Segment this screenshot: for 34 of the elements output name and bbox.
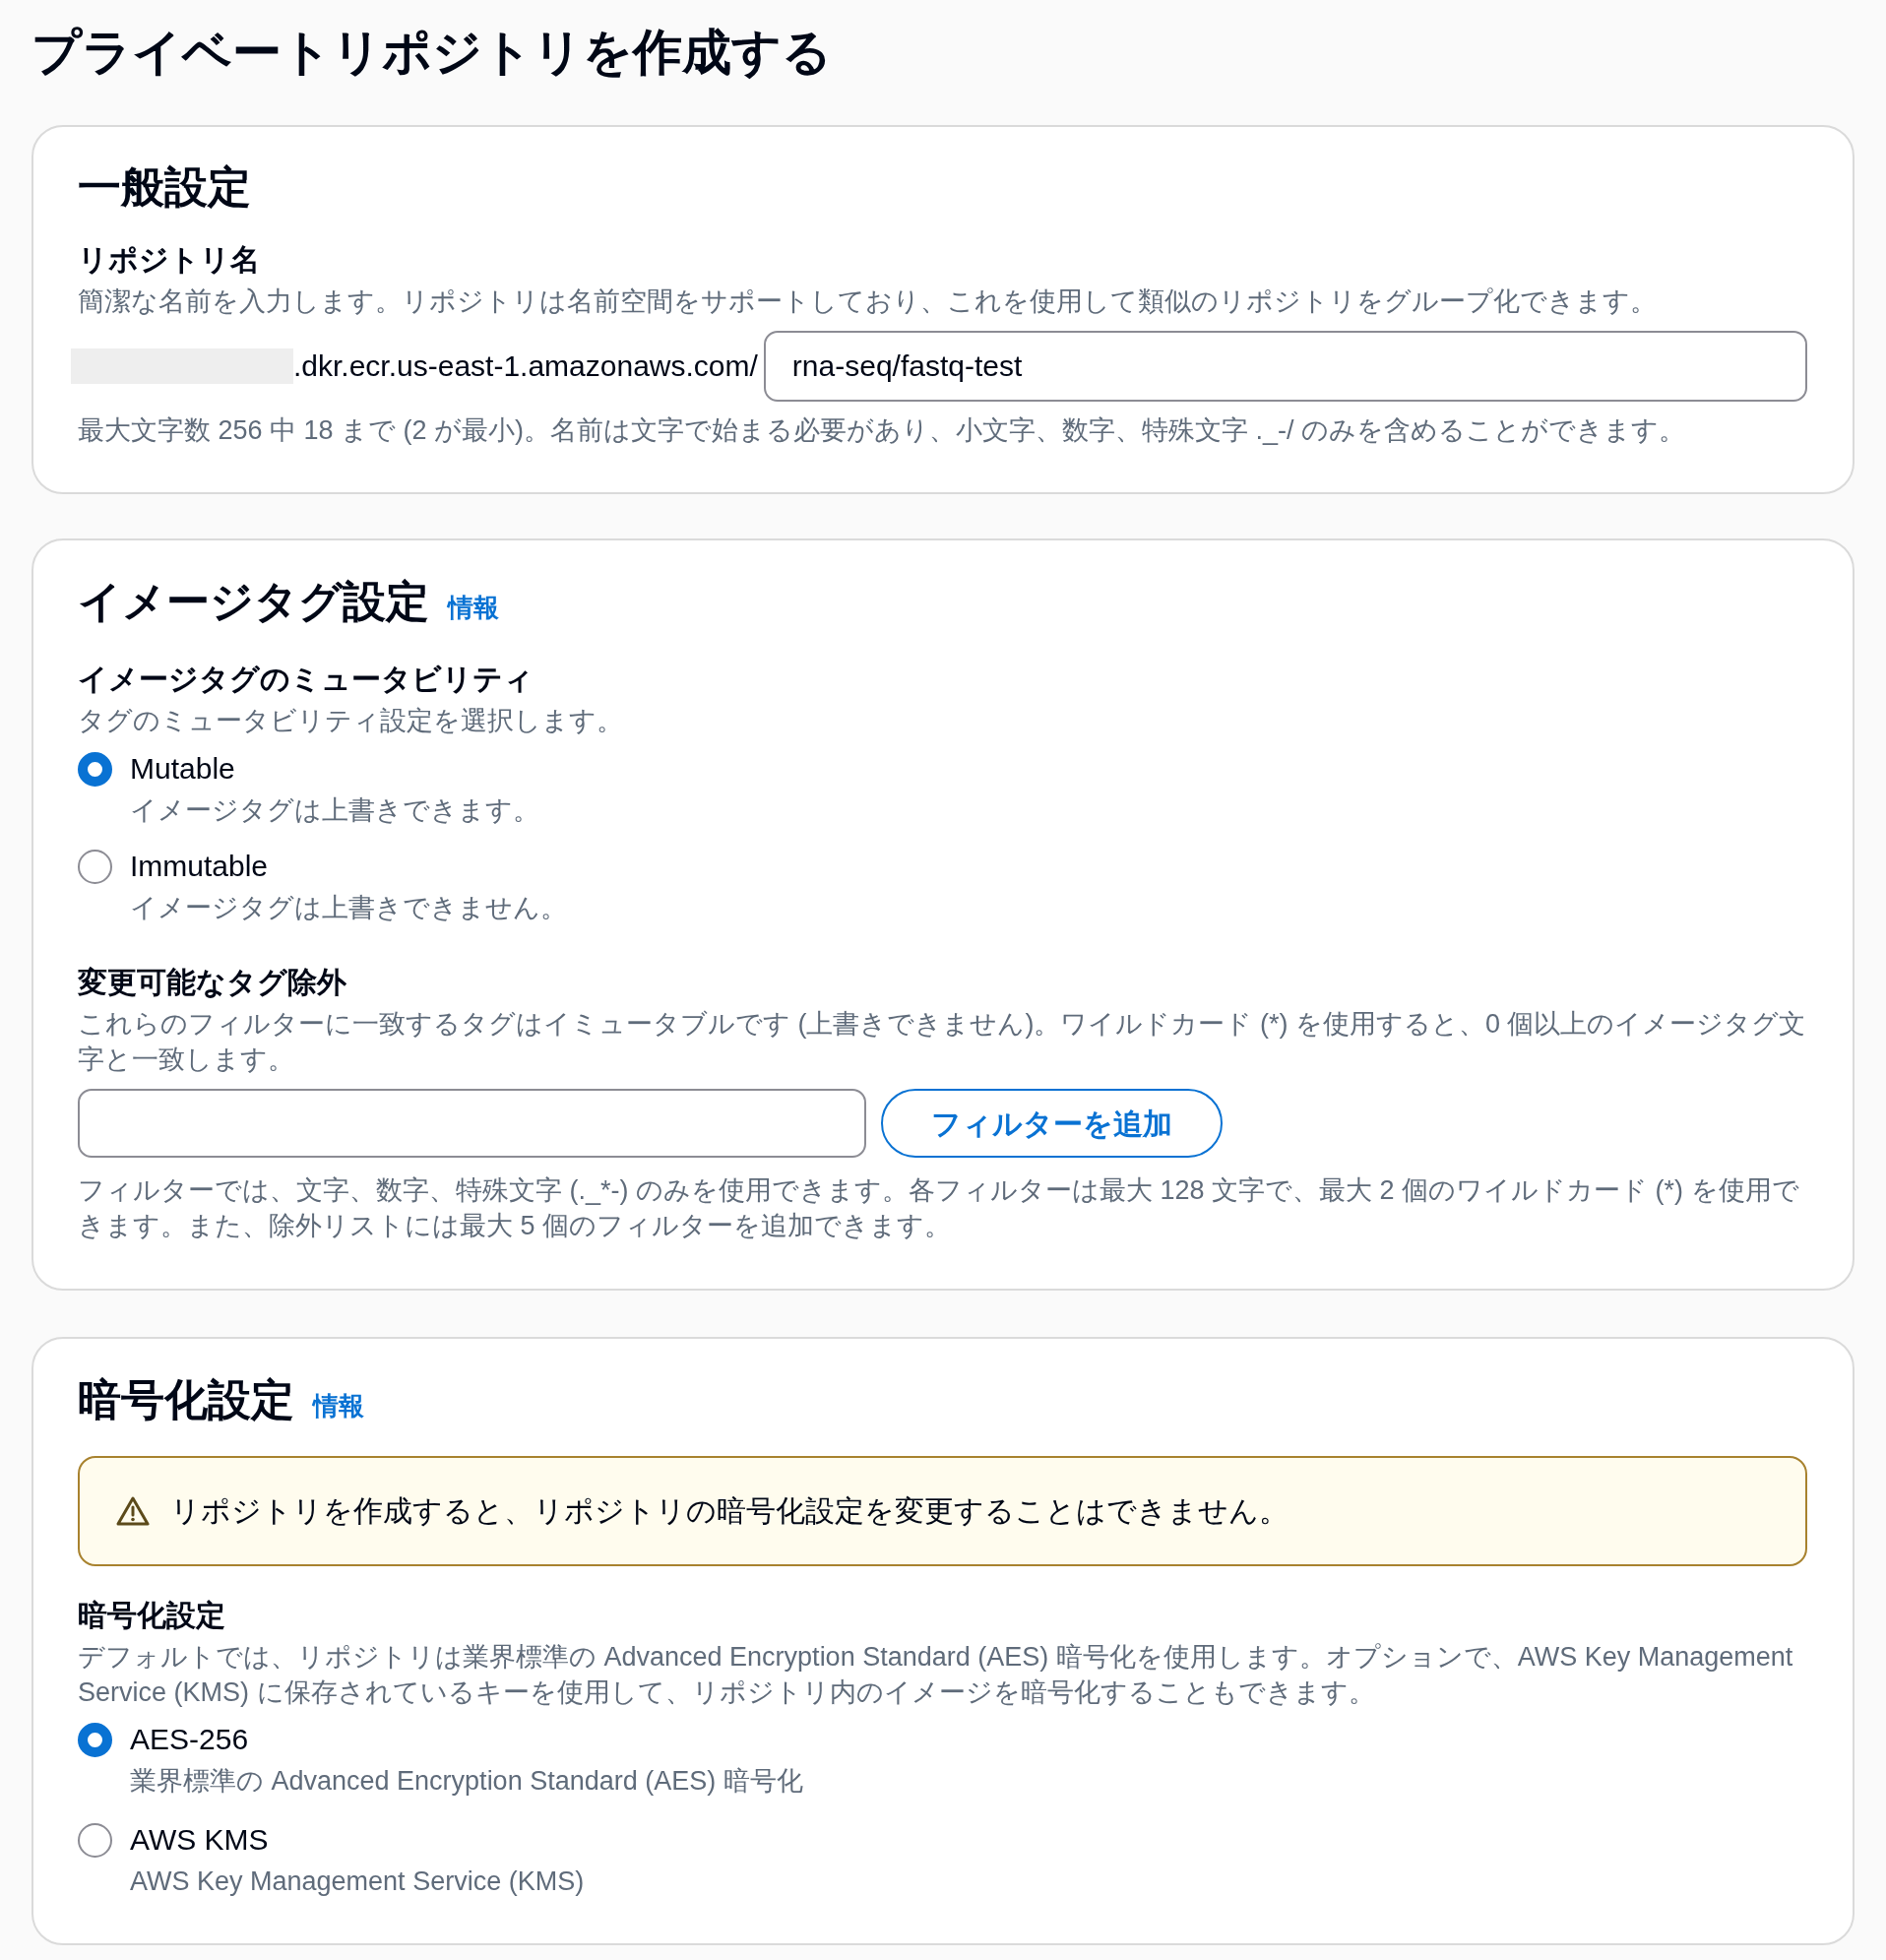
- option-description: 業界標準の Advanced Encryption Standard (AES) 暗号化: [130, 1765, 804, 1798]
- constraint-text: 最大文字数 256 中 18 まで (2 が最小)。名前は文字で始まる必要があり、小文字、数字、特殊文字 ._-/ のみを含めることができます。: [78, 414, 1687, 447]
- option-description: イメージタグは上書きできます。: [130, 794, 540, 827]
- field-description: 簡潔な名前を入力します。リポジトリは名前空間をサポートしており、これを使用して類似のリポジトリをグループ化できます。: [78, 285, 1658, 318]
- field-label: 暗号化設定: [78, 1598, 226, 1633]
- option-label: Mutable: [130, 751, 235, 787]
- option-description: イメージタグは上書きできません。: [130, 892, 568, 924]
- repository-name-input[interactable]: rna-seq/fastq-test: [763, 331, 1807, 402]
- repository-prefix: .dkr.ecr.us-east-1.amazonaws.com/: [293, 348, 758, 384]
- info-link[interactable]: 情報: [313, 1390, 364, 1422]
- warning-message: リポジトリを作成すると、リポジトリの暗号化設定を変更することはできません。: [170, 1493, 1289, 1529]
- option-description: AWS Key Management Service (KMS): [130, 1865, 586, 1898]
- page-title: プライベートリポジトリを作成する: [31, 24, 833, 82]
- info-link[interactable]: 情報: [448, 592, 499, 623]
- section-heading: 暗号化設定: [78, 1374, 294, 1425]
- add-filter-button[interactable]: フィルターを追加: [881, 1089, 1223, 1158]
- section-heading: 一般設定: [78, 161, 251, 213]
- field-label: 変更可能なタグ除外: [78, 965, 347, 1000]
- radio-button[interactable]: [78, 849, 112, 884]
- section-heading: イメージタグ設定: [78, 576, 429, 627]
- field-label: リポジトリ名: [78, 242, 261, 278]
- help-text: フィルターでは、文字、数字、特殊文字 (._*-) のみを使用できます。各フィルターは最大 128 文字で、最大 2 個のワイルドカード (*) を使用できます。また、除外リストには最大 5 個のフィルターを追加できます。: [78, 1174, 1800, 1242]
- field-description: これらのフィルターに一致するタグはイミュータブルです (上書きできません)。ワイルドカード (*) を使用すると、0 個以上のイメージタグ文字と一致します。: [78, 1008, 1807, 1076]
- option-label: Immutable: [130, 849, 269, 884]
- warning-icon: [116, 1496, 150, 1526]
- field-label: イメージタグのミュータビリティ: [78, 662, 534, 697]
- filter-input[interactable]: [78, 1089, 866, 1158]
- option-label: AES-256: [130, 1722, 249, 1757]
- radio-button[interactable]: [78, 1822, 112, 1858]
- field-description: デフォルトでは、リポジトリは業界標準の Advanced Encryption Standard (AES) 暗号化を使用します。オプションで、AWS Key Management Service (KMS) に保存されているキーを使用して、リポジトリ内のイメージを暗号化することもできます。: [78, 1641, 1794, 1709]
- radio-button[interactable]: [78, 1722, 112, 1757]
- field-description: タグのミュータビリティ設定を選択します。: [78, 705, 624, 737]
- radio-button[interactable]: [78, 751, 112, 787]
- option-label: AWS KMS: [130, 1822, 269, 1858]
